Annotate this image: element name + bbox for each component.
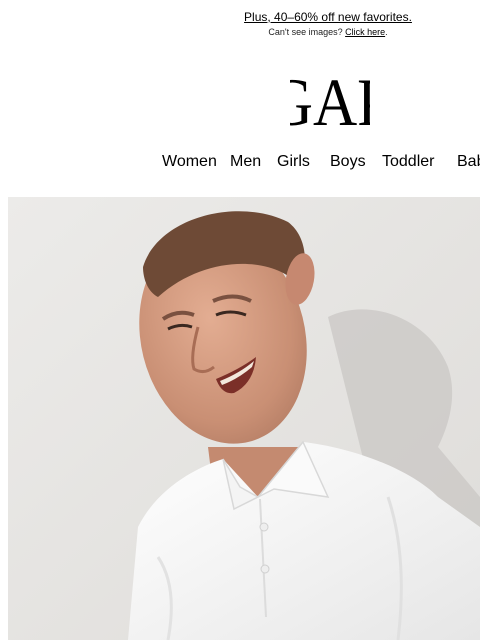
preheader: Can't see images? Click here. bbox=[176, 27, 480, 38]
hero-image[interactable] bbox=[8, 197, 480, 640]
nav-item-baby[interactable]: Bab bbox=[457, 151, 480, 173]
nav-item-women[interactable]: Women bbox=[162, 151, 217, 173]
nav-item-men[interactable]: Men bbox=[230, 151, 261, 173]
promo-headline-link[interactable]: Plus, 40–60% off new favorites. bbox=[244, 10, 412, 24]
hero-photo bbox=[8, 197, 480, 640]
preheader-text: Can't see images? bbox=[268, 27, 346, 37]
category-nav: Women Men Girls Boys Toddler Bab bbox=[0, 151, 480, 173]
preheader-end: . bbox=[385, 27, 388, 37]
nav-item-girls[interactable]: Girls bbox=[277, 151, 310, 173]
logo-wordmark: GAP bbox=[290, 64, 370, 130]
email-page: Plus, 40–60% off new favorites. Can't se… bbox=[0, 0, 480, 640]
promo-banner: Plus, 40–60% off new favorites. bbox=[176, 10, 480, 24]
gap-logo[interactable]: GAP bbox=[290, 64, 370, 130]
nav-item-boys[interactable]: Boys bbox=[330, 151, 366, 173]
view-in-browser-link[interactable]: Click here bbox=[345, 27, 385, 37]
nav-item-toddler[interactable]: Toddler bbox=[382, 151, 434, 173]
